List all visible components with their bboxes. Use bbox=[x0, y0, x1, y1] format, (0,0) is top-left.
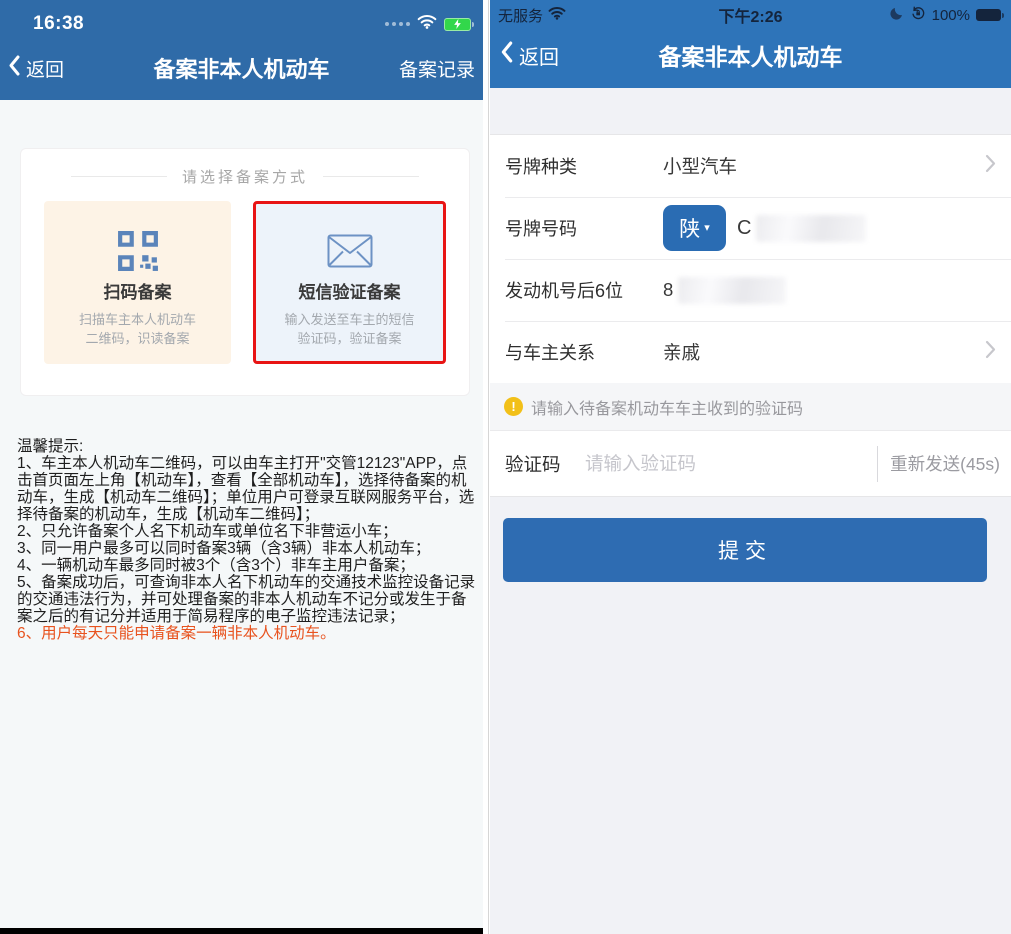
qr-code-icon bbox=[44, 228, 231, 274]
right-back-label: 返回 bbox=[519, 46, 559, 69]
divider-line bbox=[323, 176, 419, 177]
masked-plate-number bbox=[756, 214, 867, 242]
option-description: 扫描车主本人机动车 二维码，识读备案 bbox=[78, 312, 196, 346]
left-back-button[interactable]: 返回 bbox=[8, 55, 64, 82]
option-scan-register[interactable]: 扫码备案 扫描车主本人机动车 二维码，识读备案 bbox=[44, 201, 231, 364]
chevron-right-icon bbox=[985, 340, 996, 364]
back-chevron-icon bbox=[500, 41, 513, 69]
moon-icon bbox=[889, 6, 904, 25]
left-back-label: 返回 bbox=[26, 59, 65, 81]
verification-code-input[interactable] bbox=[585, 452, 872, 475]
tip-item-6-highlighted: 6、用户每天只能申请备案一辆非本人机动车。 bbox=[17, 625, 336, 642]
right-status-bar: 无服务 下午2:26 100% bbox=[490, 0, 1011, 26]
scrollbar-gutter[interactable] bbox=[483, 0, 490, 934]
plate-number-visible: C bbox=[737, 216, 752, 239]
tips-heading: 温馨提示: bbox=[17, 438, 84, 455]
battery-percent-label: 100% bbox=[931, 6, 970, 24]
code-label: 验证码 bbox=[505, 453, 561, 475]
tip-item-4: 4、一辆机动车最多同时被3个（含3个）非车主用户备案； bbox=[17, 557, 415, 574]
province-label: 陕 bbox=[679, 218, 701, 241]
row-plate-number: 号牌号码 陕 ▾ C bbox=[490, 197, 1011, 259]
card-title: 请选择备案方式 bbox=[181, 169, 308, 186]
field-label: 与车主关系 bbox=[505, 343, 595, 363]
right-page-title: 备案非本人机动车 bbox=[658, 44, 843, 70]
right-header: 无服务 下午2:26 100% 返回 备案非本人机动车 bbox=[490, 0, 1011, 88]
tip-item-1: 1、车主本人机动车二维码，可以由车主打开"交管12123"APP，点击首页面左上… bbox=[17, 455, 475, 523]
field-label: 发动机号后6位 bbox=[505, 281, 624, 301]
screen: 16:38 返回 备案非本人机动车 备案记录 请选择备案方式 扫码备案 扫描车主… bbox=[0, 0, 1011, 934]
chevron-right-icon bbox=[985, 154, 996, 178]
orientation-lock-icon bbox=[910, 5, 926, 25]
verification-code-row: 验证码 重新发送(45s) bbox=[490, 431, 1011, 497]
left-status-time: 16:38 bbox=[33, 13, 85, 34]
right-back-button[interactable]: 返回 bbox=[500, 41, 559, 70]
tips-block: 温馨提示: 1、车主本人机动车二维码，可以由车主打开"交管12123"APP，点… bbox=[17, 438, 479, 642]
records-link[interactable]: 备案记录 bbox=[399, 55, 475, 82]
option-sms-register-selected[interactable]: 短信验证备案 输入发送至车主的短信 验证码，验证备案 bbox=[253, 201, 446, 364]
battery-icon bbox=[976, 9, 1004, 21]
field-value: 小型汽车 bbox=[663, 156, 738, 177]
back-chevron-icon bbox=[8, 55, 20, 82]
left-status-bar: 16:38 bbox=[0, 0, 483, 40]
tip-item-2: 2、只允许备案个人名下机动车或单位名下非营运小车； bbox=[17, 523, 398, 540]
card-title-row: 请选择备案方式 bbox=[21, 166, 469, 187]
option-title: 短信验证备案 bbox=[298, 283, 401, 302]
field-label: 号牌号码 bbox=[505, 219, 577, 239]
tip-item-3: 3、同一用户最多可以同时备案3辆（含3辆）非本人机动车； bbox=[17, 540, 431, 557]
divider-line bbox=[70, 176, 167, 177]
left-nav-bar: 返回 备案非本人机动车 备案记录 bbox=[0, 40, 483, 96]
row-plate-type[interactable]: 号牌种类 小型汽车 bbox=[490, 135, 1011, 197]
right-phone-screen: 无服务 下午2:26 100% 返回 备案非本人机动车 号牌种类 小型汽车 号牌… bbox=[490, 0, 1011, 934]
wifi-icon bbox=[417, 14, 437, 34]
option-title: 扫码备案 bbox=[103, 283, 172, 302]
method-select-card: 请选择备案方式 扫码备案 扫描车主本人机动车 二维码，识读备案 短信验证备案 输… bbox=[20, 148, 470, 396]
vertical-divider bbox=[877, 445, 879, 482]
submit-button[interactable]: 提交 bbox=[503, 518, 987, 582]
province-dropdown-button[interactable]: 陕 ▾ bbox=[663, 205, 726, 251]
engine-number-visible: 8 bbox=[663, 279, 674, 300]
tip-item-5: 5、备案成功后，可查询非本人名下机动车的交通技术监控设备记录的交通违法行为，并可… bbox=[17, 574, 476, 625]
signal-dots-icon bbox=[385, 22, 410, 26]
dropdown-arrow-icon: ▾ bbox=[704, 221, 710, 234]
battery-charging-icon bbox=[444, 17, 474, 31]
verification-hint-strip: ! 请输入待备案机动车车主收到的验证码 bbox=[490, 383, 1011, 431]
registration-form: 号牌种类 小型汽车 号牌号码 陕 ▾ C 发动机号后6位 8 与车主关系 亲戚 bbox=[490, 134, 1011, 384]
option-description: 输入发送至车主的短信 验证码，验证备案 bbox=[284, 312, 415, 346]
row-owner-relation[interactable]: 与车主关系 亲戚 bbox=[490, 321, 1011, 383]
field-value: 亲戚 bbox=[663, 342, 701, 363]
bottom-black-bar bbox=[0, 928, 483, 934]
left-header: 16:38 返回 备案非本人机动车 备案记录 bbox=[0, 0, 483, 100]
envelope-icon bbox=[256, 228, 443, 274]
field-label: 号牌种类 bbox=[505, 157, 577, 177]
left-phone-screen: 16:38 返回 备案非本人机动车 备案记录 请选择备案方式 扫码备案 扫描车主… bbox=[0, 0, 483, 934]
row-engine-number: 发动机号后6位 8 bbox=[490, 259, 1011, 321]
masked-engine-number bbox=[678, 276, 787, 304]
verification-hint-text: 请输入待备案机动车车主收到的验证码 bbox=[531, 400, 804, 418]
resend-countdown-button[interactable]: 重新发送(45s) bbox=[890, 451, 1011, 476]
right-nav-bar: 返回 备案非本人机动车 bbox=[490, 26, 1011, 84]
warning-icon: ! bbox=[504, 397, 523, 416]
